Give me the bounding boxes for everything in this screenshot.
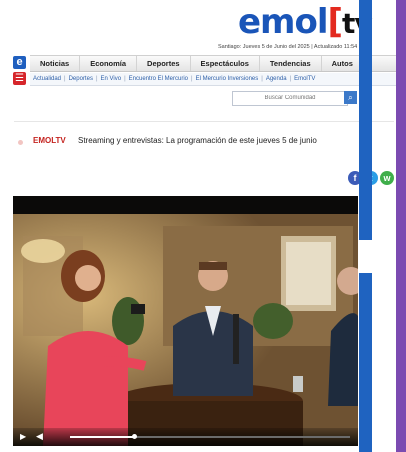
subnav-item-inversiones[interactable]: El Mercurio Inversiones [193,76,262,82]
main-navigation: Noticias Economía Deportes Espectáculos … [30,55,406,72]
play-icon[interactable]: ▶ [20,432,26,441]
whatsapp-icon[interactable]: w [380,171,394,185]
subnav-item-emoltv[interactable]: EmolTV [291,76,318,82]
progress-knob[interactable] [132,434,137,439]
search-input[interactable] [232,91,348,106]
decorative-blue-bar-top [359,0,372,240]
nav-item-economia[interactable]: Economía [80,56,138,71]
nav-item-autos[interactable]: Autos [322,56,364,71]
search-icon[interactable]: ⌕ [344,91,357,104]
progress-fill [70,436,134,438]
volume-icon[interactable]: ◀ [36,431,43,442]
nav-item-noticias[interactable]: Noticias [30,56,81,71]
nav-item-deportes[interactable]: Deportes [137,56,191,71]
ticker-bullet-icon [18,140,23,145]
ticker-label: EMOLTV [33,136,66,145]
section-divider [14,121,394,122]
dateline: Santiago: Jueves 5 de Junio del 2025 | A… [218,44,358,50]
sub-navigation: Actualidad | Deportes | En Vivo | Encuentro El… [30,73,406,86]
subnav-item-en-vivo[interactable]: En Vivo [98,76,125,82]
nav-item-tendencias[interactable]: Tendencias [260,56,322,71]
video-player[interactable] [13,196,358,446]
ticker-headline[interactable]: Streaming y entrevistas: La programación… [78,136,317,145]
video-frame-image [13,196,358,446]
emoltv-logo[interactable]: emol[tv [238,2,373,42]
subnav-item-deportes[interactable]: Deportes [66,76,96,82]
subnav-item-agenda[interactable]: Agenda [263,76,290,82]
emol-home-icon[interactable]: e [13,56,26,69]
logo-word: emol [238,2,328,42]
logo-bracket: [ [327,2,344,42]
nav-item-espectaculos[interactable]: Espectáculos [191,56,260,71]
subnav-item-encuentro[interactable]: Encuentro El Mercurio [126,76,191,82]
decorative-blue-bar-bottom [359,273,372,452]
decorative-purple-bar [396,0,406,452]
subnav-item-actualidad[interactable]: Actualidad [30,76,64,82]
menu-icon[interactable]: ☰ [13,72,26,85]
